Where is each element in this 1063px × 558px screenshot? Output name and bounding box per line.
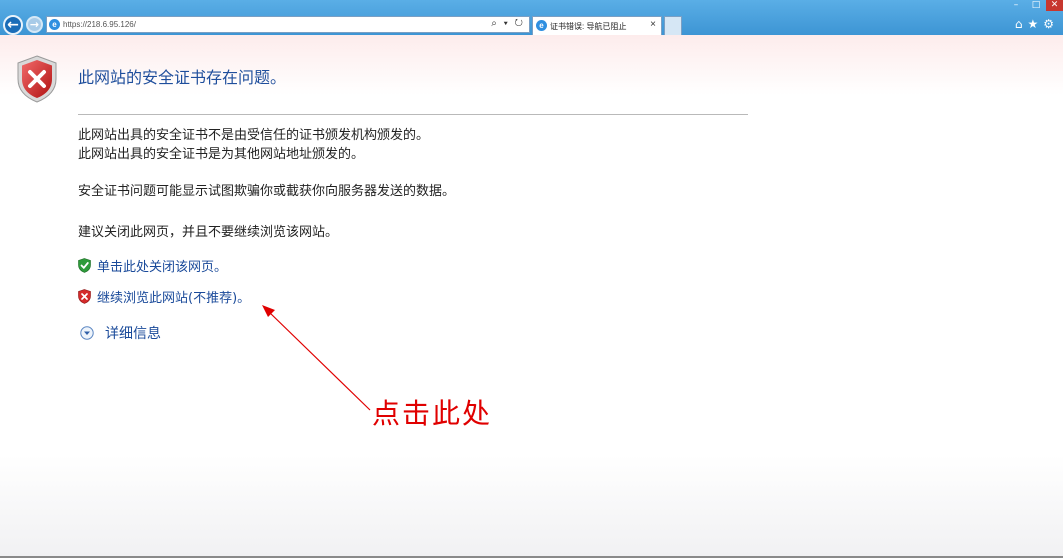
divider: [78, 114, 748, 115]
certificate-error-page: 此网站的安全证书存在问题。 此网站出具的安全证书不是由受信任的证书颁发机构颁发的…: [0, 35, 1063, 556]
annotation-click-here: 点击此处: [372, 397, 493, 430]
ie-logo-icon: e: [536, 20, 547, 31]
page-title: 此网站的安全证书存在问题。: [78, 68, 287, 87]
close-page-link[interactable]: 单击此处关闭该网页。: [78, 255, 227, 275]
more-information-toggle[interactable]: 详细信息: [80, 323, 161, 343]
url-text[interactable]: https://218.6.95.126/: [63, 20, 136, 29]
reason-name-mismatch: 此网站出具的安全证书是为其他网站地址颁发的。: [78, 147, 365, 162]
expand-chevron-icon: [80, 326, 94, 340]
ie-logo-icon: e: [49, 19, 60, 30]
continue-link-text[interactable]: 继续浏览此网站(不推荐)。: [97, 287, 250, 306]
reason-untrusted-ca: 此网站出具的安全证书不是由受信任的证书颁发机构颁发的。: [78, 128, 430, 143]
recommendation-text: 建议关闭此网页，并且不要继续浏览该网站。: [78, 225, 339, 240]
forward-button[interactable]: →: [26, 16, 43, 33]
back-arrow-icon: ←: [7, 17, 19, 33]
more-information-text[interactable]: 详细信息: [105, 323, 161, 343]
warning-text: 安全证书问题可能显示试图欺骗你或截获你向服务器发送的数据。: [78, 184, 456, 199]
browser-toolbar: ← → e https://218.6.95.126/ ⌕ ▾ ↻ e 证书错误…: [0, 0, 1063, 35]
maximize-button[interactable]: □: [1026, 0, 1046, 11]
back-button[interactable]: ←: [3, 15, 23, 35]
red-x-shield-icon: [78, 288, 91, 304]
tab-close-icon[interactable]: ×: [650, 19, 656, 30]
close-page-link-text[interactable]: 单击此处关闭该网页。: [97, 256, 227, 275]
address-bar[interactable]: e https://218.6.95.126/ ⌕ ▾ ↻: [46, 16, 530, 33]
minimize-button[interactable]: –: [1006, 0, 1026, 11]
search-refresh-icons[interactable]: ⌕ ▾ ↻: [491, 18, 525, 29]
close-window-button[interactable]: ✕: [1046, 0, 1063, 11]
tab-title: 证书错误: 导航已阻止: [550, 22, 627, 31]
green-check-shield-icon: [78, 257, 91, 273]
forward-arrow-icon: →: [29, 18, 40, 31]
continue-to-website-link[interactable]: 继续浏览此网站(不推荐)。: [78, 286, 250, 306]
tab-certificate-error[interactable]: e 证书错误: 导航已阻止 ×: [532, 16, 662, 35]
error-shield-icon: [17, 55, 57, 103]
reasons-text: 此网站出具的安全证书不是由受信任的证书颁发机构颁发的。 此网站出具的安全证书是为…: [78, 126, 429, 164]
new-tab-button[interactable]: [664, 16, 682, 35]
toolbar-icons[interactable]: ⌂★⚙: [1015, 17, 1059, 31]
